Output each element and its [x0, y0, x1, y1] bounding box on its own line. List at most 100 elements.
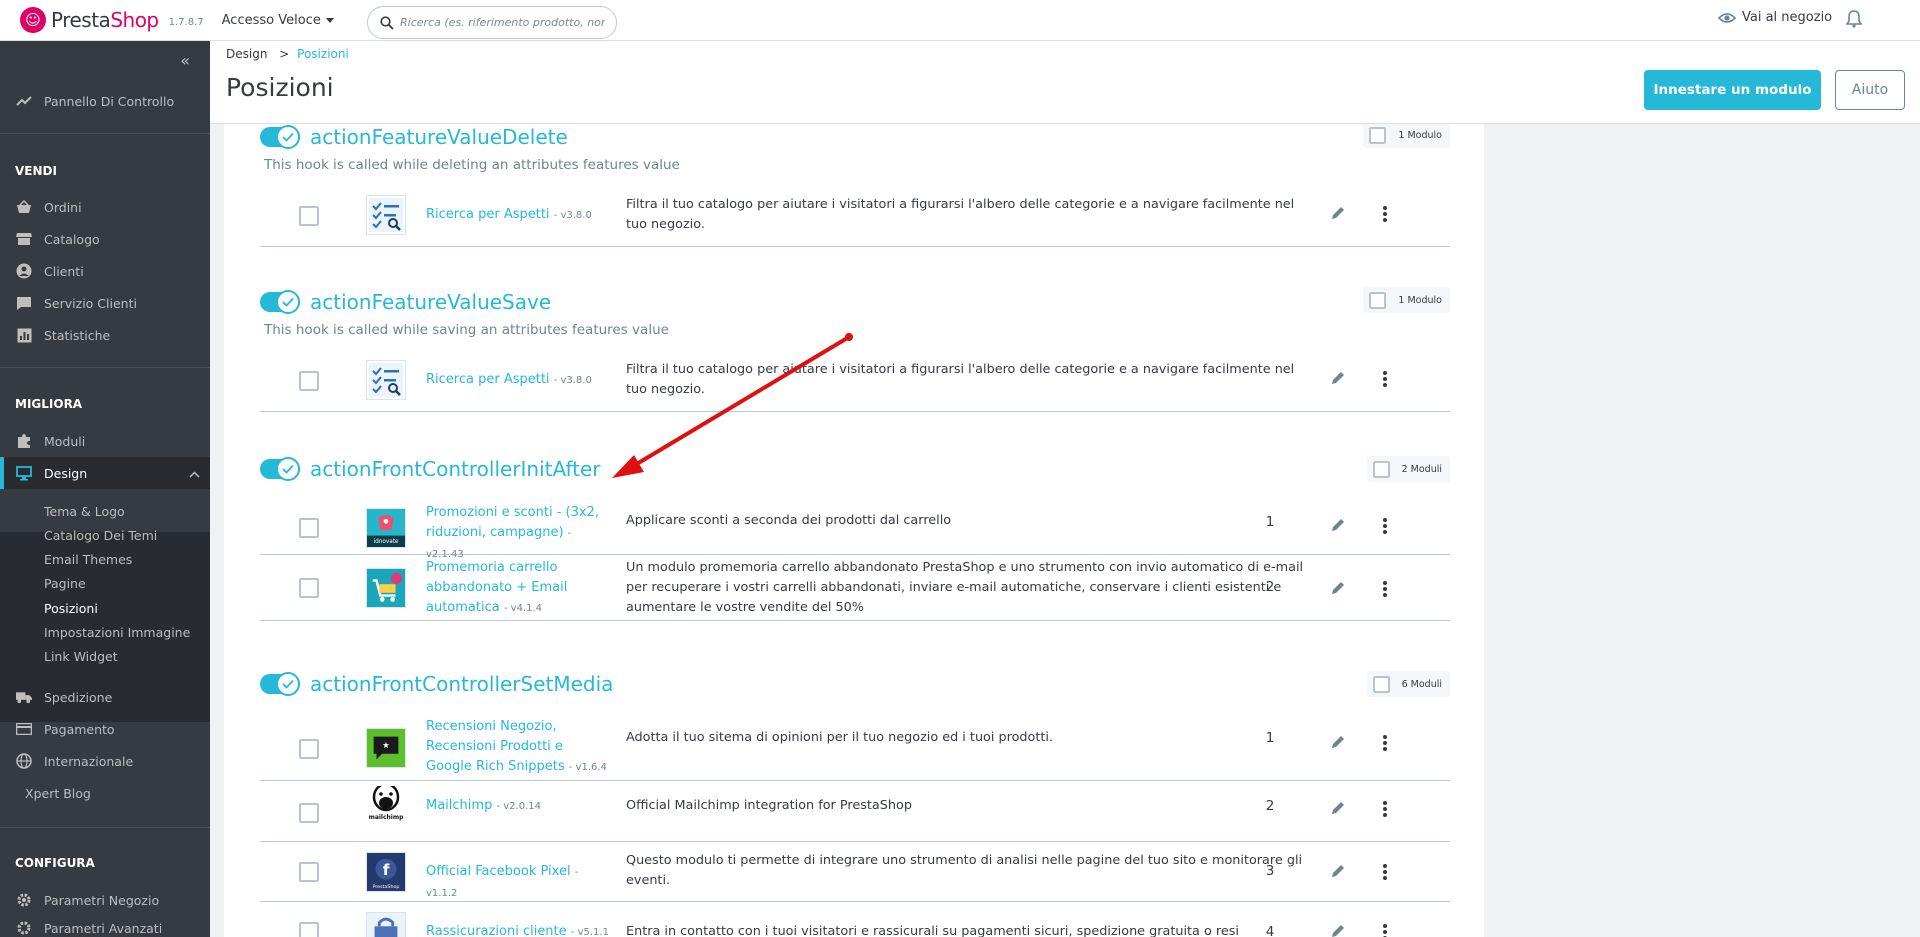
sidebar-item-orders[interactable]: Ordini	[0, 191, 210, 223]
select-all-checkbox[interactable]	[1369, 126, 1387, 144]
module-name[interactable]: Ricerca per Aspetti - v3.8.0	[426, 205, 611, 226]
more-actions-button[interactable]	[1382, 580, 1388, 602]
sidebar-item-label: Clienti	[44, 263, 84, 279]
sidebar-item-customers[interactable]: Clienti	[0, 255, 210, 287]
sidebar: « Pannello Di Controllo VENDI Ordini Cat…	[0, 41, 210, 937]
pencil-icon	[1332, 207, 1344, 219]
edit-button[interactable]	[1330, 205, 1346, 225]
module-name[interactable]: Recensioni Negozio, Recensioni Prodotti …	[426, 717, 611, 778]
edit-button[interactable]	[1330, 863, 1346, 883]
module-name[interactable]: Official Facebook Pixel - v1.1.2	[426, 862, 611, 904]
module-checkbox[interactable]	[299, 922, 319, 937]
module-name[interactable]: Mailchimp - v2.0.14	[426, 796, 611, 817]
submenu-item-pages[interactable]: Pagine	[44, 576, 86, 591]
more-actions-button[interactable]	[1382, 923, 1388, 937]
submenu-item-positions[interactable]: Posizioni	[44, 601, 98, 616]
more-actions-button[interactable]	[1382, 863, 1388, 885]
view-shop-link[interactable]: Vai al negozio	[1718, 10, 1832, 25]
sidebar-item-modules[interactable]: Moduli	[0, 425, 210, 457]
more-actions-button[interactable]	[1382, 517, 1388, 539]
module-checkbox[interactable]	[299, 206, 319, 226]
hook-module-count[interactable]: 1 Modulo	[1363, 124, 1450, 148]
basket-icon	[16, 199, 32, 215]
section-improve: MIGLIORA	[15, 397, 83, 411]
module-checkbox[interactable]	[299, 578, 319, 598]
bar-chart-icon	[16, 327, 32, 343]
help-button[interactable]: Aiuto	[1835, 70, 1905, 110]
sidebar-item-payment[interactable]: Pagamento	[0, 713, 210, 745]
bell-icon	[1845, 10, 1863, 28]
facebook-icon-text: PrestaShop	[373, 884, 400, 890]
hook-toggle[interactable]	[260, 290, 300, 314]
module-checkbox[interactable]	[299, 371, 319, 391]
hook-toggle[interactable]	[260, 125, 300, 149]
hook-toggle[interactable]	[260, 672, 300, 696]
hook-module-count[interactable]: 6 Moduli	[1366, 671, 1450, 697]
submenu-item-theme-logo[interactable]: Tema & Logo	[44, 504, 125, 519]
hook-module-button[interactable]: Innestare un modulo	[1644, 70, 1821, 110]
more-actions-button[interactable]	[1382, 800, 1388, 822]
select-all-checkbox[interactable]	[1372, 675, 1390, 693]
notifications-button[interactable]	[1845, 10, 1863, 32]
sidebar-item-international[interactable]: Internazionale	[0, 745, 210, 777]
logo-text: PrestaShop	[51, 8, 159, 32]
more-actions-button[interactable]	[1382, 205, 1388, 227]
idnovate-module-icon: idnovate	[366, 508, 406, 548]
prestashop-logo[interactable]: ☺ PrestaShop	[20, 7, 159, 33]
select-all-checkbox[interactable]	[1369, 291, 1387, 309]
chevron-up-icon	[189, 466, 200, 481]
module-row: ★ Recensioni Negozio, Recensioni Prodott…	[260, 715, 1450, 781]
hook-toggle[interactable]	[260, 457, 300, 481]
module-checkbox[interactable]	[299, 739, 319, 759]
breadcrumb-current[interactable]: Posizioni	[297, 47, 349, 61]
more-actions-button[interactable]	[1382, 734, 1388, 756]
search-input[interactable]	[400, 16, 605, 29]
sidebar-item-catalog[interactable]: Catalogo	[0, 223, 210, 255]
select-all-checkbox[interactable]	[1372, 460, 1390, 478]
hook-name: actionFrontControllerSetMedia	[310, 672, 614, 696]
sidebar-item-advanced-parameters[interactable]: Parametri Avanzati	[0, 912, 210, 937]
sidebar-item-customer-service[interactable]: Servizio Clienti	[0, 287, 210, 319]
module-description: Adotta il tuo sitema di opinioni per il …	[626, 730, 1054, 745]
module-name[interactable]: Rassicurazioni cliente - v5.1.1	[426, 922, 611, 937]
edit-button[interactable]	[1330, 800, 1346, 820]
sidebar-item-design[interactable]: Design	[0, 457, 210, 489]
module-version: - v5.1.1	[570, 927, 609, 937]
sidebar-item-shipping[interactable]: Spedizione	[0, 681, 210, 713]
customer-reassurance-module-icon	[366, 912, 406, 937]
hook-module-count[interactable]: 2 Moduli	[1366, 456, 1450, 482]
sidebar-item-stats[interactable]: Statistiche	[0, 319, 210, 351]
search-box[interactable]	[367, 6, 617, 39]
module-checkbox[interactable]	[299, 862, 319, 882]
search-icon	[380, 15, 394, 30]
submenu-item-email-themes[interactable]: Email Themes	[44, 552, 132, 567]
edit-button[interactable]	[1330, 734, 1346, 754]
collapse-sidebar-icon[interactable]: «	[180, 51, 190, 70]
module-checkbox[interactable]	[299, 518, 319, 538]
more-actions-button[interactable]	[1382, 370, 1388, 392]
module-name[interactable]: Ricerca per Aspetti - v3.8.0	[426, 370, 611, 391]
edit-button[interactable]	[1330, 517, 1346, 537]
edit-button[interactable]	[1330, 370, 1346, 390]
logo-prefix: Presta	[51, 8, 111, 32]
edit-button[interactable]	[1330, 923, 1346, 937]
sidebar-item-dashboard[interactable]: Pannello Di Controllo	[0, 85, 210, 117]
quick-access-dropdown[interactable]: Accesso Veloce	[222, 13, 334, 28]
more-vertical-icon	[1383, 801, 1387, 817]
edit-button[interactable]	[1330, 580, 1346, 600]
sidebar-item-xpert-blog[interactable]: Xpert Blog	[0, 777, 210, 809]
user-icon	[16, 263, 32, 279]
module-row: Ricerca per Aspetti - v3.8.0 Filtra il t…	[260, 349, 1450, 412]
submenu-item-theme-catalog[interactable]: Catalogo Dei Temi	[44, 528, 157, 543]
breadcrumb-parent[interactable]: Design	[226, 47, 267, 61]
hooks-panel: actionFeatureValueDelete This hook is ca…	[224, 124, 1484, 937]
hook-module-count[interactable]: 1 Modulo	[1363, 287, 1450, 313]
module-name[interactable]: Promemoria carrello abbandonato + Email …	[426, 558, 611, 619]
module-checkbox[interactable]	[299, 803, 319, 823]
submenu-item-image-settings[interactable]: Impostazioni Immagine	[44, 625, 190, 640]
submenu-item-link-widget[interactable]: Link Widget	[44, 649, 118, 664]
sidebar-item-label: Catalogo	[44, 231, 100, 247]
module-count-label: 1 Modulo	[1398, 294, 1442, 306]
page-title: Posizioni	[226, 73, 334, 102]
hook-name: actionFrontControllerInitAfter	[310, 457, 601, 481]
